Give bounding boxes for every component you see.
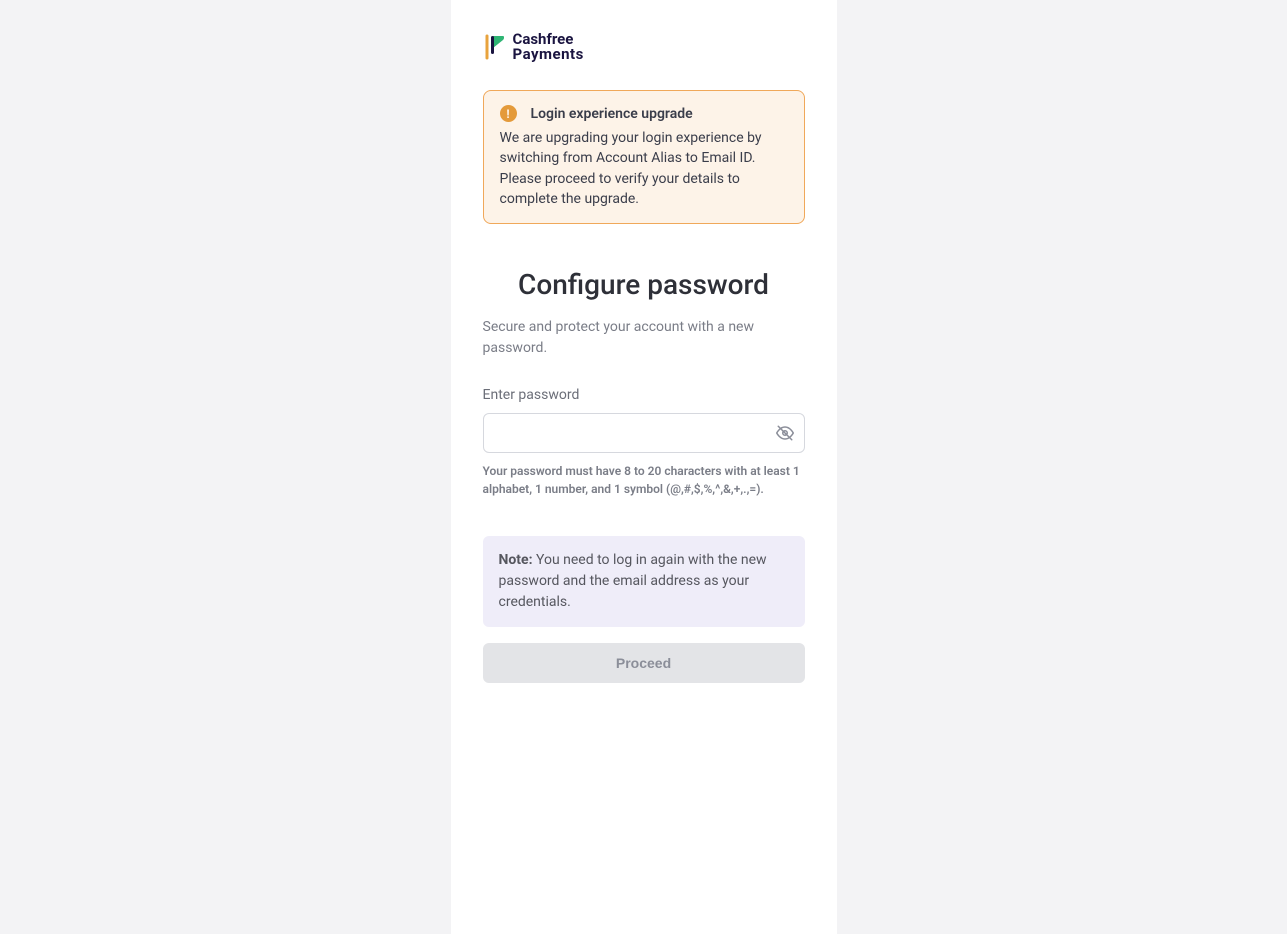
note-label: Note: bbox=[499, 552, 533, 568]
exclamation-icon: ! bbox=[500, 105, 517, 122]
note-box: Note: You need to log in again with the … bbox=[483, 536, 805, 627]
note-body: You need to log in again with the new pa… bbox=[499, 552, 767, 610]
alert-body: We are upgrading your login experience b… bbox=[500, 128, 788, 209]
password-input-wrap bbox=[483, 413, 805, 453]
upgrade-alert: ! Login experience upgrade We are upgrad… bbox=[483, 90, 805, 224]
configure-password-card: Cashfree Payments ! Login experience upg… bbox=[451, 0, 837, 934]
note-text: Note: You need to log in again with the … bbox=[499, 550, 789, 613]
brand-logo-text: Cashfree Payments bbox=[513, 32, 584, 62]
brand-name-line2: Payments bbox=[513, 47, 584, 62]
password-hint: Your password must have 8 to 20 characte… bbox=[483, 463, 805, 498]
proceed-button[interactable]: Proceed bbox=[483, 643, 805, 683]
alert-header: ! Login experience upgrade bbox=[500, 105, 788, 122]
eye-off-icon bbox=[776, 424, 794, 442]
page-title: Configure password bbox=[483, 268, 805, 301]
password-input[interactable] bbox=[483, 413, 805, 453]
cashfree-logo-icon bbox=[483, 34, 505, 60]
alert-title: Login experience upgrade bbox=[531, 106, 693, 122]
page-subtitle: Secure and protect your account with a n… bbox=[483, 317, 805, 359]
password-label: Enter password bbox=[483, 387, 805, 403]
toggle-password-visibility[interactable] bbox=[775, 423, 795, 443]
brand-logo: Cashfree Payments bbox=[483, 32, 805, 62]
